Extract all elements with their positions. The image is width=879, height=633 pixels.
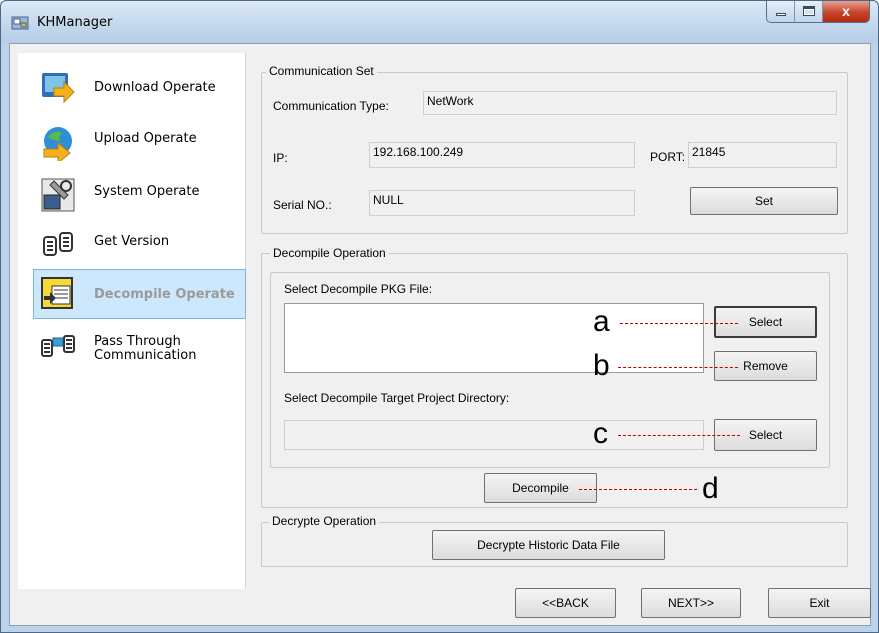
next-button[interactable]: NEXT>> [641,588,741,618]
app-window: KHManager x Download Operate Upload Oper… [0,0,879,633]
decrypte-historic-button[interactable]: Decrypte Historic Data File [432,530,665,560]
select-pkg-button[interactable]: Select [714,306,817,338]
sidebar-item-upload[interactable]: Upload Operate [34,119,246,169]
sidebar-item-label: Pass Through [94,334,181,349]
ip-label: IP: [273,151,288,165]
communication-type-field: NetWork [423,91,837,115]
communication-type-label: Communication Type: [273,99,389,113]
close-button[interactable]: x [823,1,869,22]
sidebar-item-download[interactable]: Download Operate [34,63,246,113]
annotation-a: a [593,305,610,338]
exit-button[interactable]: Exit [768,588,871,618]
back-button[interactable]: <<BACK [515,588,616,618]
window-controls: x [766,1,870,23]
target-directory-label: Select Decompile Target Project Director… [284,391,510,405]
sidebar-item-decompile[interactable]: Decompile Operate [33,269,246,319]
annotation-line-c [618,435,740,436]
pkg-file-list[interactable] [284,303,704,373]
annotation-line-a [620,323,738,324]
sidebar-item-pass-through[interactable]: Pass Through Communication [34,328,246,382]
sidebar: Download Operate Upload Operate System O… [18,53,246,589]
sidebar-item-label: Decompile Operate [94,287,235,302]
decompile-operation-title: Decompile Operation [270,246,389,260]
sidebar-item-system[interactable]: System Operate [34,171,246,221]
decrypte-operation-title: Decrypte Operation [269,514,380,528]
annotation-b: b [593,349,610,382]
annotation-line-b [618,367,738,368]
serial-no-label: Serial NO.: [273,198,332,212]
sidebar-item-label: Get Version [94,234,170,249]
sidebar-item-label: System Operate [94,184,200,199]
ip-field: 192.168.100.249 [369,142,635,168]
upload-icon [43,127,72,161]
minimize-icon [776,13,786,16]
set-button[interactable]: Set [690,187,838,215]
communication-set-title: Communication Set [266,64,377,78]
maximize-button[interactable] [795,1,823,22]
remove-pkg-button[interactable]: Remove [714,351,817,381]
sidebar-item-label: Download Operate [94,80,216,95]
title-bar[interactable]: KHManager x [1,1,878,43]
port-field: 21845 [688,142,837,168]
annotation-c: c [593,417,608,450]
passthrough-icon [41,335,75,357]
annotation-d: d [702,472,719,505]
close-icon: x [842,3,850,19]
version-icon [43,232,73,256]
port-label: PORT: [650,150,686,164]
maximize-icon [803,6,815,16]
sidebar-item-get-version[interactable]: Get Version [34,221,246,271]
window-title: KHManager [37,15,113,30]
minimize-button[interactable] [767,1,795,22]
system-icon [41,178,75,212]
annotation-line-d [579,489,697,490]
sidebar-item-label: Upload Operate [94,131,197,146]
serial-no-field: NULL [369,190,635,216]
download-icon [42,73,75,104]
pkg-file-label: Select Decompile PKG File: [284,282,433,296]
decompile-button[interactable]: Decompile [484,473,597,503]
app-icon [11,16,29,30]
sidebar-item-label-line2: Communication [94,348,197,363]
decompile-icon [41,277,73,309]
